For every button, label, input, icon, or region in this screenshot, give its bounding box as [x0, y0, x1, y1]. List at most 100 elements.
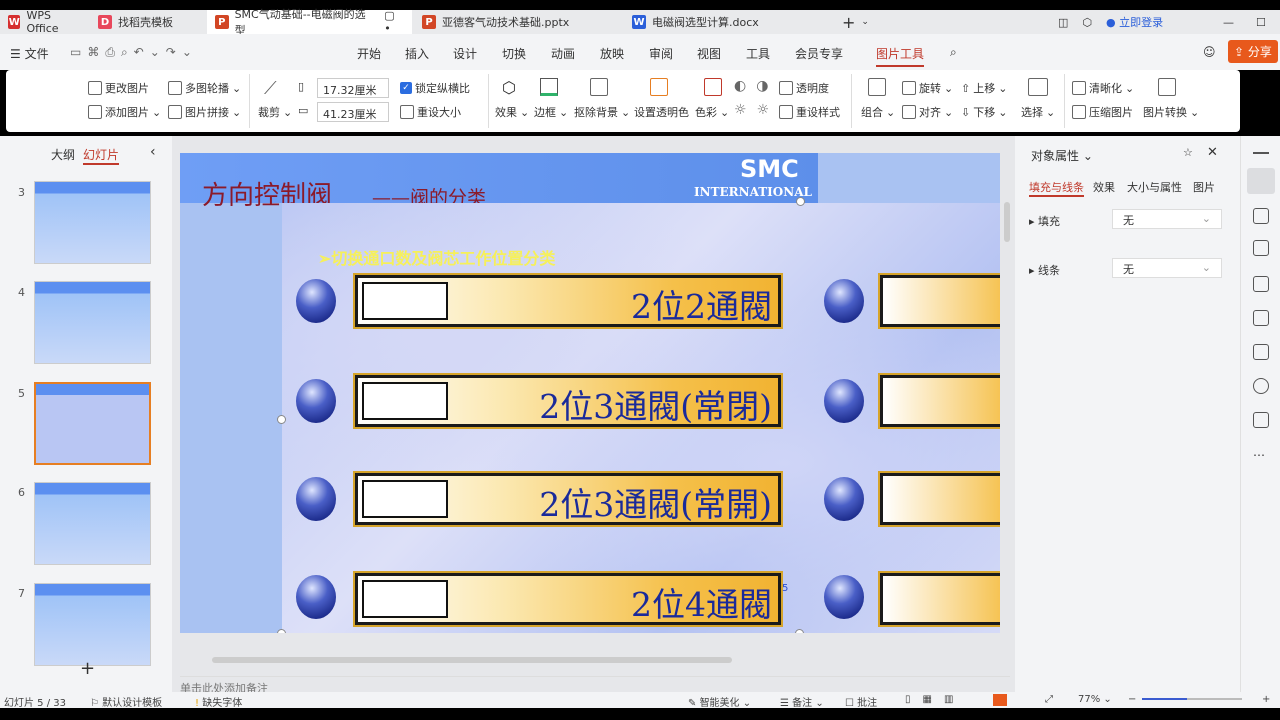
panel-title[interactable]: 对象属性 ⌄ [1031, 147, 1093, 164]
zoom-in-button[interactable]: + [1262, 694, 1270, 705]
menu-animation[interactable]: 动画 [551, 45, 575, 62]
menu-member[interactable]: 会员专享 [795, 45, 843, 62]
set-transparent-button[interactable]: 设置透明色 [634, 104, 689, 120]
collapse-icon[interactable] [1253, 152, 1269, 154]
menu-start[interactable]: 开始 [357, 45, 381, 62]
tab-fill-line[interactable]: 填充与线条 [1029, 179, 1084, 197]
slide-thumbnail-6[interactable] [34, 482, 151, 565]
add-picture-button[interactable]: 添加图片 ⌄ [88, 104, 161, 120]
selected-picture[interactable]: ➢切换通口数及阀芯工作位置分类 2位2通閥 2位3通閥(常閉) 2位3通閥(常開… [282, 203, 1000, 633]
theme-button[interactable]: ⚐ 默认设计模板 [90, 694, 162, 709]
resize-handle[interactable] [277, 629, 286, 633]
tab-picture[interactable]: 图片 [1193, 179, 1215, 195]
reset-style-button[interactable]: 重设样式 [779, 104, 840, 120]
compress-button[interactable]: 压缩图片 [1072, 104, 1133, 120]
contrast-up-icon[interactable]: ☼ [734, 102, 747, 118]
contrast-down-icon[interactable]: ☼ [757, 102, 770, 118]
zoom-level[interactable]: 77% ⌄ [1078, 694, 1112, 705]
sharpen-button[interactable]: 清晰化 ⌄ [1072, 80, 1134, 96]
missing-font-button[interactable]: ! 缺失字体 [195, 694, 242, 709]
slide[interactable]: 方向控制阀 ——阀的分类 SMC INTERNATIONAL ➢切换通口数及阀芯… [180, 153, 1000, 633]
more-icon[interactable]: ⋯ [1253, 448, 1265, 462]
crop-button[interactable]: 裁剪 ⌄ [258, 104, 292, 120]
layout-icon[interactable]: ◫ [1058, 16, 1068, 29]
login-link[interactable]: ● 立即登录 [1106, 14, 1163, 30]
select-button[interactable]: 选择 ⌄ [1021, 104, 1055, 120]
collapse-panel-icon[interactable]: ‹ [150, 144, 156, 160]
cube-icon[interactable]: ⬡ [1082, 16, 1092, 29]
properties-icon[interactable] [1247, 168, 1275, 194]
maximize-icon[interactable]: ☐ [1256, 16, 1266, 29]
remove-bg-button[interactable]: 抠除背景 ⌄ [574, 104, 630, 120]
pin-icon[interactable]: ☆ [1183, 146, 1193, 159]
group-button[interactable]: 组合 ⌄ [861, 104, 895, 120]
play-button[interactable] [993, 694, 1007, 706]
tools-icon[interactable] [1253, 310, 1269, 326]
transparency-button[interactable]: 透明度 [779, 80, 829, 96]
change-picture-button[interactable]: 更改图片 [88, 80, 149, 96]
tab-docer[interactable]: D 找稻壳模板 [90, 10, 205, 34]
close-dot-icon[interactable]: ▢ • [384, 9, 404, 35]
reset-size-button[interactable]: 重设大小 [400, 104, 461, 120]
menu-view[interactable]: 视图 [697, 45, 721, 62]
close-panel-icon[interactable]: ✕ [1207, 145, 1218, 160]
share-button[interactable]: ⇪ 分享 [1228, 40, 1278, 63]
copy-icon[interactable] [1253, 240, 1269, 256]
resize-handle[interactable] [796, 197, 805, 206]
effects-button[interactable]: 效果 ⌄ [495, 104, 529, 120]
lock-ratio-checkbox[interactable]: ✓ 锁定纵横比 [400, 80, 470, 96]
tab-docx[interactable]: W 电磁阀选型计算.docx [624, 10, 824, 34]
tab-outline[interactable]: 大纲 [51, 146, 75, 163]
contrast-buttons[interactable]: ☼ ☼ [734, 102, 769, 118]
slide-thumbnail-7[interactable] [34, 583, 151, 666]
search-icon[interactable]: ⌕ [950, 45, 957, 60]
file-menu[interactable]: ☰ 文件 [10, 45, 49, 62]
move-up-button[interactable]: ⇧ 上移 ⌄ [961, 80, 1007, 96]
brush-icon[interactable] [1253, 276, 1269, 292]
menu-transition[interactable]: 切换 [502, 45, 526, 62]
fill-select[interactable]: 无 ⌄ [1112, 209, 1222, 229]
notes-field[interactable]: 单击此处添加备注 [180, 676, 1010, 695]
zoom-slider[interactable] [1142, 698, 1242, 700]
rotate-button[interactable]: 旋转 ⌄ [902, 80, 953, 96]
picture-splice-button[interactable]: 图片拼接 ⌄ [168, 104, 241, 120]
menu-design[interactable]: 设计 [453, 45, 477, 62]
crop-icon[interactable]: ⟋ [264, 78, 277, 99]
share-icon[interactable] [1253, 412, 1269, 428]
add-slide-button[interactable]: + [80, 658, 95, 679]
minimize-icon[interactable]: — [1223, 16, 1234, 29]
book-icon[interactable] [1253, 344, 1269, 360]
tab-smc-document[interactable]: P SMC气动基础--电磁阀的选型 ▢ • [207, 8, 412, 37]
view-buttons[interactable]: ▯▦▥ [905, 694, 965, 705]
slide-thumbnail-4[interactable] [34, 281, 151, 364]
menu-review[interactable]: 审阅 [649, 45, 673, 62]
comment-icon[interactable]: ☺ [1203, 45, 1216, 59]
brightness-down-icon[interactable]: ◑ [756, 78, 768, 94]
menu-insert[interactable]: 插入 [405, 45, 429, 62]
line-section[interactable]: ▸ 线条 [1029, 262, 1060, 278]
align-button[interactable]: 对齐 ⌄ [902, 104, 953, 120]
help-icon[interactable] [1253, 378, 1269, 394]
tab-slides[interactable]: 幻灯片 [83, 146, 120, 165]
fit-icon[interactable]: ⤢ [1045, 694, 1053, 705]
new-tab-button[interactable]: + ⌄ [834, 10, 877, 34]
color-button[interactable]: 色彩 ⌄ [695, 104, 729, 120]
notes-button[interactable]: ☰ 备注 ⌄ [780, 694, 824, 709]
line-select[interactable]: 无 ⌄ [1112, 258, 1222, 278]
vertical-scrollbar[interactable] [1004, 202, 1010, 242]
horizontal-scrollbar[interactable] [212, 657, 732, 663]
brightness-up-icon[interactable]: ◐ [734, 78, 746, 94]
slide-thumbnail-5[interactable] [34, 382, 151, 465]
beautify-button[interactable]: ✎ 智能美化 ⌄ [688, 694, 751, 709]
tab-effects[interactable]: 效果 [1093, 179, 1115, 195]
resize-handle[interactable] [795, 629, 804, 633]
height-input[interactable]: 41.23厘米 [317, 102, 389, 122]
tab-airtac[interactable]: P 亚德客气动技术基础.pptx [414, 10, 619, 34]
fill-section[interactable]: ▸ 填充 [1029, 213, 1060, 229]
zoom-out-button[interactable]: − [1128, 694, 1136, 705]
slide-thumbnail-3[interactable] [34, 181, 151, 264]
menu-picture-tools[interactable]: 图片工具 [876, 45, 925, 67]
menu-tools[interactable]: 工具 [746, 45, 770, 62]
width-input[interactable]: 17.32厘米 [317, 78, 389, 98]
brightness-buttons[interactable]: ◐ ◑ [734, 78, 768, 94]
